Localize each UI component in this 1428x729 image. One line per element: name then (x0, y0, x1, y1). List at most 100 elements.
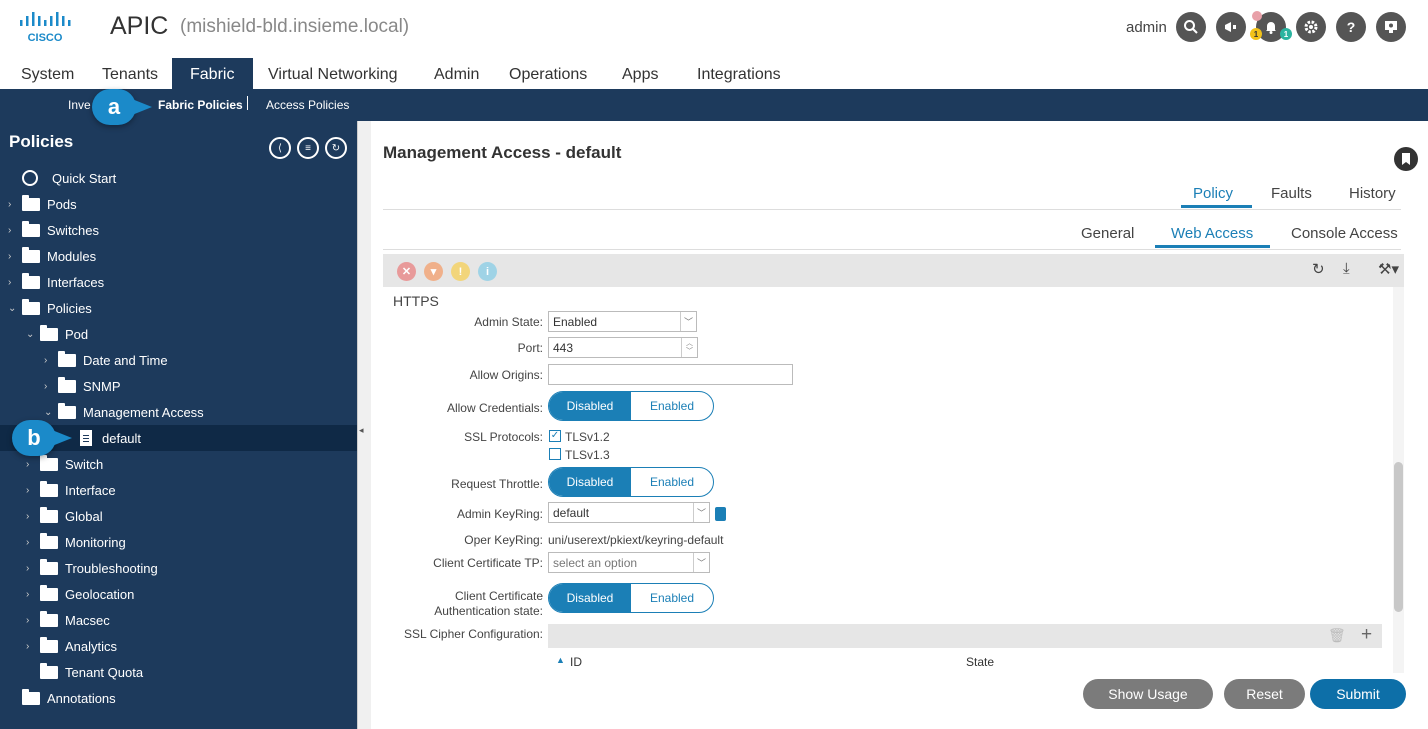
chevron-down-icon[interactable]: ﹀ (693, 503, 709, 522)
filter-icon[interactable]: ≡ (297, 137, 319, 159)
show-usage-button[interactable]: Show Usage (1083, 679, 1213, 709)
chevron-right-icon[interactable]: › (26, 641, 36, 652)
tree-item-tenant-quota[interactable]: Tenant Quota (40, 659, 143, 685)
tree-item-policies[interactable]: ⌄ Policies (8, 295, 92, 321)
admin-keyring-select[interactable]: default ﹀ (548, 502, 710, 523)
tree-item-troubleshooting[interactable]: › Troubleshooting (26, 555, 158, 581)
client-cert-auth-enabled[interactable]: Enabled (631, 584, 713, 612)
chevron-right-icon[interactable]: › (44, 355, 54, 366)
tree-item-annotations[interactable]: Annotations (22, 685, 116, 711)
scrollbar[interactable] (1393, 287, 1404, 673)
chevron-right-icon[interactable]: › (26, 485, 36, 496)
tree-item-interfaces[interactable]: › Interfaces (8, 269, 104, 295)
chevron-right-icon[interactable]: › (8, 225, 18, 236)
tab-admin[interactable]: Admin (416, 58, 497, 89)
search-icon[interactable] (1176, 12, 1206, 42)
cipher-column-id[interactable]: ID (570, 655, 582, 669)
user-name[interactable]: admin (1126, 19, 1167, 36)
tree-item-snmp[interactable]: › SNMP (44, 373, 121, 399)
chevron-right-icon[interactable]: › (8, 251, 18, 262)
tab-virtual-networking[interactable]: Virtual Networking (250, 58, 416, 89)
client-cert-tp-select[interactable]: select an option ﹀ (548, 552, 710, 573)
tree-item-monitoring[interactable]: › Monitoring (26, 529, 126, 555)
tree-item-modules[interactable]: › Modules (8, 243, 96, 269)
reset-button[interactable]: Reset (1224, 679, 1305, 709)
sort-asc-icon[interactable]: ▲ (556, 655, 565, 665)
chevron-right-icon[interactable]: › (8, 199, 18, 210)
allow-origins-input[interactable] (548, 364, 793, 385)
scroll-thumb[interactable] (1394, 462, 1403, 612)
chevron-right-icon[interactable]: › (26, 511, 36, 522)
feedback-icon[interactable] (1376, 12, 1406, 42)
tree-item-management-access[interactable]: ⌄ Management Access (44, 399, 204, 425)
trash-icon[interactable]: 🗑 (1328, 627, 1346, 644)
download-icon[interactable]: ⤓ (1343, 260, 1350, 277)
tab-integrations[interactable]: Integrations (679, 58, 799, 89)
subtab-general[interactable]: General (1081, 225, 1134, 242)
admin-state-select[interactable]: Enabled ﹀ (548, 311, 697, 332)
tab-fabric[interactable]: Fabric (172, 58, 253, 89)
chevron-right-icon[interactable]: › (26, 589, 36, 600)
request-throttle-enabled[interactable]: Enabled (631, 468, 713, 496)
tab-operations[interactable]: Operations (491, 58, 605, 89)
chevron-right-icon[interactable]: › (26, 459, 36, 470)
allow-credentials-disabled[interactable]: Disabled (549, 392, 631, 420)
tree-item-geolocation[interactable]: › Geolocation (26, 581, 134, 607)
refresh-icon[interactable]: ↻ (325, 137, 347, 159)
tools-icon[interactable]: ⚒▾ (1378, 260, 1399, 278)
tree-item-analytics[interactable]: › Analytics (26, 633, 117, 659)
tab-history[interactable]: History (1349, 185, 1396, 202)
gear-icon[interactable] (1296, 12, 1326, 42)
chevron-down-icon[interactable]: ⌄ (44, 407, 54, 418)
warning-fault-icon[interactable]: i (478, 262, 497, 281)
pane-splitter[interactable]: ◂ (357, 121, 371, 729)
minor-fault-icon[interactable]: ! (451, 262, 470, 281)
subnav-fabric-policies[interactable]: Fabric Policies (158, 98, 243, 112)
chevron-down-icon[interactable]: ⌄ (26, 329, 36, 340)
cipher-column-state[interactable]: State (966, 655, 994, 669)
chevron-down-icon[interactable]: ﹀ (680, 312, 696, 331)
request-throttle-disabled[interactable]: Disabled (549, 468, 631, 496)
announcement-icon[interactable] (1216, 12, 1246, 42)
major-fault-icon[interactable]: ▾ (424, 262, 443, 281)
critical-fault-icon[interactable]: ✕ (397, 262, 416, 281)
collapse-all-icon[interactable]: ⟨ (269, 137, 291, 159)
subtab-web-access[interactable]: Web Access (1171, 225, 1253, 242)
tree-item-switches[interactable]: › Switches (8, 217, 99, 243)
refresh-icon[interactable]: ↻ (1312, 260, 1325, 278)
tree-item-interface[interactable]: › Interface (26, 477, 116, 503)
subnav-access-policies[interactable]: Access Policies (266, 98, 349, 112)
tab-policy[interactable]: Policy (1193, 185, 1233, 202)
allow-credentials-enabled[interactable]: Enabled (631, 392, 713, 420)
bookmark-icon[interactable] (1394, 147, 1418, 171)
tree-item-pods[interactable]: › Pods (8, 191, 77, 217)
help-icon[interactable]: ? (1336, 12, 1366, 42)
tree-item-pod[interactable]: ⌄ Pod (26, 321, 88, 347)
stepper-arrows-icon[interactable]: ︿ ﹀ (681, 338, 697, 357)
tree-item-global[interactable]: › Global (26, 503, 103, 529)
chevron-right-icon[interactable]: › (8, 277, 18, 288)
chevron-down-icon[interactable]: ⌄ (8, 303, 18, 314)
chevron-down-icon[interactable]: ﹀ (693, 553, 709, 572)
chevron-right-icon[interactable]: › (26, 537, 36, 548)
tab-apps[interactable]: Apps (604, 58, 676, 89)
submit-button[interactable]: Submit (1310, 679, 1406, 709)
tab-faults[interactable]: Faults (1271, 185, 1312, 202)
subnav-inventory[interactable]: Inve (68, 98, 91, 112)
subtab-console-access[interactable]: Console Access (1291, 225, 1398, 242)
tab-tenants[interactable]: Tenants (84, 58, 176, 89)
add-icon[interactable]: + (1361, 624, 1372, 646)
tree-item-quick-start[interactable]: Quick Start (22, 165, 116, 191)
port-stepper[interactable]: 443 ︿ ﹀ (548, 337, 698, 358)
chevron-right-icon[interactable]: › (26, 615, 36, 626)
collapse-pane-icon[interactable]: ◂ (359, 425, 364, 436)
tree-item-macsec[interactable]: › Macsec (26, 607, 110, 633)
tlsv12-checkbox[interactable]: ✓ (549, 430, 561, 442)
keyring-edit-icon[interactable] (715, 507, 726, 521)
chevron-right-icon[interactable]: › (26, 563, 36, 574)
tree-item-date-and-time[interactable]: › Date and Time (44, 347, 168, 373)
client-cert-auth-disabled[interactable]: Disabled (549, 584, 631, 612)
chevron-right-icon[interactable]: › (44, 381, 54, 392)
tab-system[interactable]: System (3, 58, 92, 89)
tlsv13-checkbox[interactable] (549, 448, 561, 460)
